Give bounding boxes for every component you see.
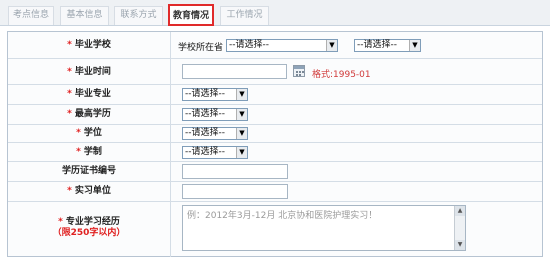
school-system-label: 学制 — [83, 147, 102, 157]
form-value — [172, 182, 542, 201]
graduation-time-input[interactable] — [182, 64, 287, 79]
form-value: --请选择-- ▼ — [172, 125, 542, 142]
form-row-internship-unit: * 实习单位 — [8, 182, 542, 202]
chevron-down-icon: ▼ — [236, 128, 247, 139]
form-label: * 专业学习经历 （限250字以内） — [8, 202, 171, 257]
form-value: --请选择-- ▼ — [172, 85, 542, 104]
chevron-down-icon: ▼ — [326, 40, 337, 51]
select-value: --请选择-- — [185, 147, 225, 157]
form-row-graduation-school: * 毕业学校 学校所在省 --请选择-- ▼ --请选择-- ▼ — [8, 32, 542, 59]
tab-work-experience[interactable]: 工作情况 — [220, 6, 269, 25]
form-label: * 毕业时间 — [8, 59, 171, 84]
required-mark: * — [67, 40, 72, 50]
form-value: 例：2012年3月-12月 北京协和医院护理实习！ ▲ ▼ — [172, 202, 542, 257]
tab-education[interactable]: 教育情况 — [168, 4, 214, 26]
internship-unit-label: 实习单位 — [74, 186, 111, 196]
chevron-down-icon: ▼ — [236, 109, 247, 120]
scroll-down-icon[interactable]: ▼ — [455, 240, 465, 250]
certificate-number-input[interactable] — [182, 164, 288, 179]
degree-label: 学位 — [83, 128, 102, 138]
internship-unit-input[interactable] — [182, 184, 288, 199]
chevron-down-icon: ▼ — [236, 147, 247, 158]
form-value: 格式:1995-01 — [172, 59, 542, 84]
required-mark: * — [76, 128, 81, 138]
form-value: --请选择-- ▼ — [172, 105, 542, 124]
school-system-select[interactable]: --请选择-- ▼ — [182, 146, 248, 159]
form-label: * 毕业专业 — [8, 85, 171, 104]
graduation-time-label: 毕业时间 — [74, 67, 111, 77]
education-form: * 毕业学校 学校所在省 --请选择-- ▼ --请选择-- ▼ * 毕业时间 — [7, 31, 543, 257]
required-mark: * — [58, 217, 63, 227]
form-row-graduation-time: * 毕业时间 格式:1995-01 — [8, 59, 542, 85]
highest-education-label: 最高学历 — [74, 109, 111, 119]
study-experience-label: 专业学习经历 — [65, 217, 120, 227]
required-mark: * — [76, 147, 81, 157]
form-label: * 毕业学校 — [8, 32, 171, 58]
province-prefix-label: 学校所在省 — [178, 43, 224, 53]
form-row-graduation-major: * 毕业专业 --请选择-- ▼ — [8, 85, 542, 105]
form-label: * 实习单位 — [8, 182, 171, 201]
tab-basic-info[interactable]: 基本信息 — [60, 6, 109, 25]
scroll-up-icon[interactable]: ▲ — [455, 206, 465, 216]
graduation-major-select[interactable]: --请选择-- ▼ — [182, 88, 248, 101]
form-value: 学校所在省 --请选择-- ▼ --请选择-- ▼ — [172, 32, 542, 58]
calendar-icon[interactable] — [293, 65, 305, 77]
required-mark: * — [67, 109, 72, 119]
form-row-school-system: * 学制 --请选择-- ▼ — [8, 143, 542, 162]
form-label: * 学制 — [8, 143, 171, 161]
form-row-highest-education: * 最高学历 --请选择-- ▼ — [8, 105, 542, 125]
select-value: --请选择-- — [185, 109, 225, 119]
tab-bar: 考点信息 基本信息 联系方式 教育情况 工作情况 — [0, 0, 550, 26]
required-mark: * — [67, 67, 72, 77]
certificate-number-label: 学历证书编号 — [61, 166, 116, 176]
date-format-hint: 格式:1995-01 — [312, 70, 371, 80]
school-select-value: --请选择-- — [357, 40, 397, 50]
study-experience-textarea[interactable]: 例：2012年3月-12月 北京协和医院护理实习！ ▲ ▼ — [182, 205, 466, 251]
form-label: 学历证书编号 — [8, 162, 171, 181]
tab-contact-info[interactable]: 联系方式 — [114, 6, 163, 25]
school-select[interactable]: --请选择-- ▼ — [354, 39, 421, 52]
chevron-down-icon: ▼ — [236, 89, 247, 100]
form-value: --请选择-- ▼ — [172, 143, 542, 161]
form-label: * 学位 — [8, 125, 171, 142]
highest-education-select[interactable]: --请选择-- ▼ — [182, 108, 248, 121]
degree-select[interactable]: --请选择-- ▼ — [182, 127, 248, 140]
graduation-school-label: 毕业学校 — [74, 40, 111, 50]
form-row-certificate-number: 学历证书编号 — [8, 162, 542, 182]
form-value — [172, 162, 542, 181]
province-select[interactable]: --请选择-- ▼ — [226, 39, 338, 52]
tab-exam-site-info[interactable]: 考点信息 — [8, 6, 54, 25]
select-value: --请选择-- — [185, 89, 225, 99]
select-value: --请选择-- — [185, 128, 225, 138]
chevron-down-icon: ▼ — [409, 40, 420, 51]
form-row-study-experience: * 专业学习经历 （限250字以内） 例：2012年3月-12月 北京协和医院护… — [8, 202, 542, 257]
required-mark: * — [67, 186, 72, 196]
character-limit-note: （限250字以内） — [52, 228, 126, 238]
textarea-placeholder: 例：2012年3月-12月 北京协和医院护理实习！ — [187, 211, 378, 221]
form-row-degree: * 学位 --请选择-- ▼ — [8, 125, 542, 143]
graduation-major-label: 毕业专业 — [74, 89, 111, 99]
province-select-value: --请选择-- — [229, 40, 269, 50]
textarea-scrollbar[interactable]: ▲ ▼ — [454, 206, 465, 250]
required-mark: * — [67, 89, 72, 99]
form-label: * 最高学历 — [8, 105, 171, 124]
